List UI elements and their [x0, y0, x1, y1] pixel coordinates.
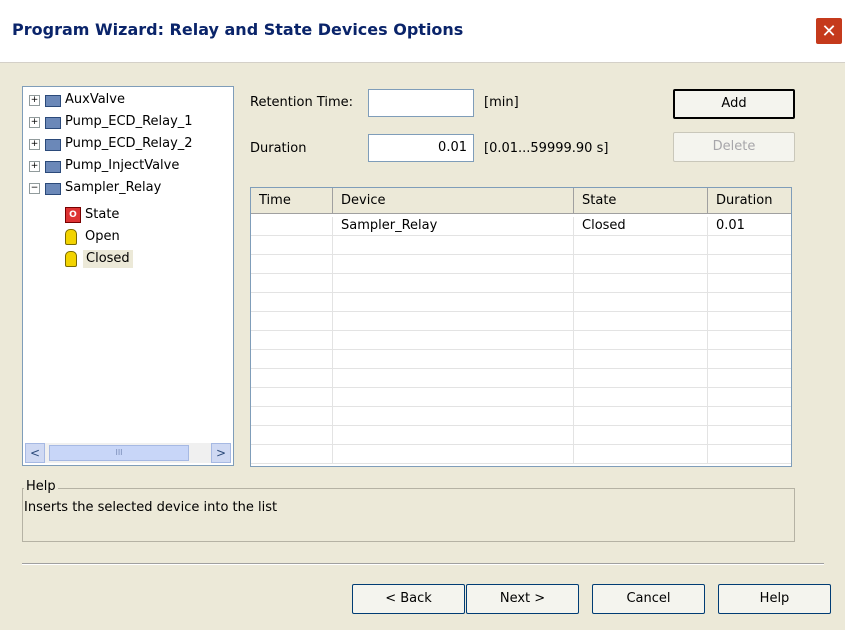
expand-icon[interactable]: +	[29, 117, 40, 128]
separator	[22, 563, 824, 565]
cell-time[interactable]	[251, 217, 333, 235]
device-icon	[45, 161, 61, 173]
tree-node-auxvalve[interactable]: + AuxValve	[27, 89, 233, 111]
add-button[interactable]: Add	[673, 89, 795, 119]
expand-icon[interactable]: +	[29, 161, 40, 172]
tree-node-label: Pump_ECD_Relay_1	[65, 114, 193, 129]
tree-node-label: Pump_InjectValve	[65, 158, 180, 173]
tree-node-pump-ecd-relay-1[interactable]: + Pump_ECD_Relay_1	[27, 111, 233, 133]
table-row-empty[interactable]	[251, 255, 791, 274]
table-row-empty[interactable]	[251, 445, 791, 464]
relay-closed-icon	[65, 251, 77, 267]
device-icon	[45, 95, 61, 107]
help-legend: Help	[24, 479, 58, 494]
tree-child-state[interactable]: O State	[63, 204, 233, 226]
tree-child-label: Open	[85, 229, 120, 244]
column-header-duration[interactable]: Duration	[708, 188, 791, 213]
table-row-empty[interactable]	[251, 350, 791, 369]
scroll-right-icon[interactable]: >	[211, 443, 231, 463]
table-row-empty[interactable]	[251, 274, 791, 293]
scroll-left-icon[interactable]: <	[25, 443, 45, 463]
device-icon	[45, 117, 61, 129]
title-bar: Program Wizard: Relay and State Devices …	[0, 0, 845, 63]
tree-child-closed[interactable]: Closed	[63, 248, 233, 270]
table-row-empty[interactable]	[251, 369, 791, 388]
tree-node-label: AuxValve	[65, 92, 125, 107]
cell-device[interactable]: Sampler_Relay	[333, 217, 574, 235]
cell-duration[interactable]: 0.01	[708, 217, 791, 235]
help-button[interactable]: Help	[718, 584, 831, 614]
table-row-empty[interactable]	[251, 426, 791, 445]
table-row[interactable]: Sampler_Relay Closed 0.01	[251, 217, 791, 236]
tree-node-pump-ecd-relay-2[interactable]: + Pump_ECD_Relay_2	[27, 133, 233, 155]
device-icon	[45, 139, 61, 151]
state-icon: O	[65, 207, 81, 223]
next-button[interactable]: Next >	[466, 584, 579, 614]
horizontal-scrollbar[interactable]: < III >	[25, 443, 231, 463]
tree-node-label: Pump_ECD_Relay_2	[65, 136, 193, 151]
device-icon	[45, 183, 61, 195]
cell-state[interactable]: Closed	[574, 217, 708, 235]
window-title: Program Wizard: Relay and State Devices …	[12, 20, 464, 39]
collapse-icon[interactable]: −	[29, 183, 40, 194]
expand-icon[interactable]: +	[29, 139, 40, 150]
cancel-button[interactable]: Cancel	[592, 584, 705, 614]
expand-icon[interactable]: +	[29, 95, 40, 106]
tree-child-open[interactable]: Open	[63, 226, 233, 248]
column-header-device[interactable]: Device	[333, 188, 574, 213]
tree-child-label-selected: Closed	[83, 250, 133, 268]
tree-node-sampler-relay[interactable]: − Sampler_Relay	[27, 177, 233, 199]
relay-open-icon	[65, 229, 77, 245]
duration-range-label: [0.01...59999.90 s]	[484, 141, 609, 156]
scroll-thumb[interactable]: III	[49, 445, 189, 461]
tree-node-pump-injectvalve[interactable]: + Pump_InjectValve	[27, 155, 233, 177]
close-button[interactable]: ✕	[815, 17, 843, 45]
table-row-empty[interactable]	[251, 407, 791, 426]
table-row-empty[interactable]	[251, 388, 791, 407]
retention-time-input[interactable]	[368, 89, 474, 117]
table-row-empty[interactable]	[251, 236, 791, 255]
device-tree[interactable]: + AuxValve + Pump_ECD_Relay_1 + Pump_ECD…	[22, 86, 234, 466]
table-row-empty[interactable]	[251, 331, 791, 350]
duration-input[interactable]: 0.01	[368, 134, 474, 162]
duration-label: Duration	[250, 141, 307, 156]
back-button[interactable]: < Back	[352, 584, 465, 614]
table-row-empty[interactable]	[251, 293, 791, 312]
tree-node-label: Sampler_Relay	[65, 180, 162, 195]
retention-unit-label: [min]	[484, 95, 519, 110]
help-text: Inserts the selected device into the lis…	[24, 500, 278, 515]
retention-time-label: Retention Time:	[250, 95, 354, 110]
column-header-state[interactable]: State	[574, 188, 708, 213]
table-row-empty[interactable]	[251, 312, 791, 331]
tree-child-label: State	[85, 207, 120, 222]
table-header: Time Device State Duration	[251, 188, 791, 214]
help-groupbox	[22, 488, 795, 542]
device-table[interactable]: Time Device State Duration Sampler_Relay…	[250, 187, 792, 467]
column-header-time[interactable]: Time	[251, 188, 333, 213]
delete-button[interactable]: Delete	[673, 132, 795, 162]
